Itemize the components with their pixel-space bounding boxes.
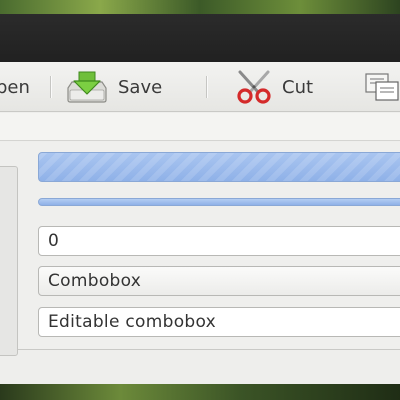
progress-bar-thin [38, 198, 400, 206]
cut-button-label: Cut [282, 76, 314, 98]
desktop-background-top [0, 0, 400, 14]
combobox[interactable]: Combobox [38, 266, 400, 296]
save-icon [64, 70, 110, 104]
content-header-strip [0, 113, 400, 141]
toolbar-separator [50, 76, 51, 98]
copy-button[interactable] [362, 62, 400, 112]
spin-button-value: 0 [48, 231, 60, 251]
spin-button-field[interactable]: 0 [38, 226, 400, 256]
editable-combobox[interactable] [38, 307, 400, 337]
title-bar[interactable] [0, 14, 400, 62]
side-panel [0, 166, 18, 356]
desktop-background-bottom [0, 384, 400, 400]
save-button-label: Save [118, 76, 163, 98]
scissors-icon [234, 70, 274, 104]
combobox-value: Combobox [48, 271, 142, 291]
save-button[interactable]: Save [64, 62, 162, 112]
copy-icon [362, 70, 400, 104]
cut-button[interactable]: Cut [234, 62, 313, 112]
progress-bar-striped [38, 152, 400, 182]
toolbar-separator [206, 76, 207, 98]
open-button-label: pen [0, 76, 30, 98]
editable-combobox-input[interactable] [48, 312, 400, 332]
open-button[interactable]: pen [0, 62, 30, 112]
toolbar: pen Save Cut [0, 62, 400, 112]
